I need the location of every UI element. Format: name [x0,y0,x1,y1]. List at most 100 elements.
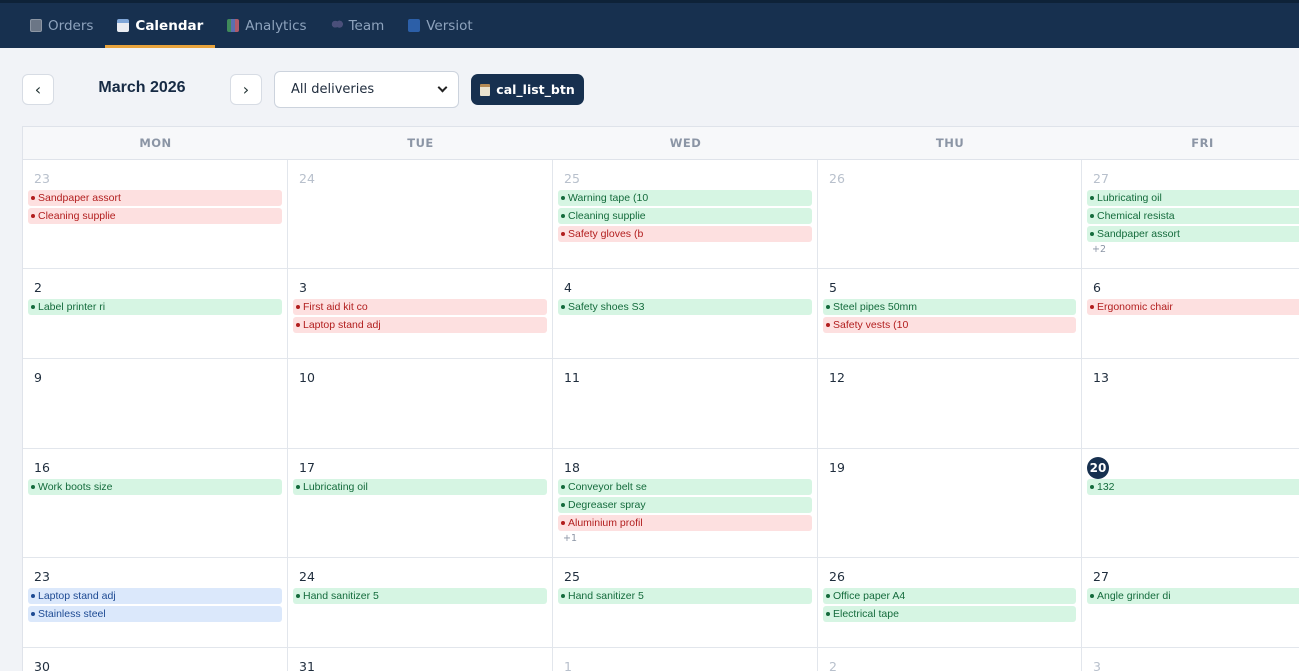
calendar-day-cell[interactable]: 27 Lubricating oil Chemical resista Sandpap… [1082,160,1299,268]
day-number: 23 [28,568,282,588]
delivery-event[interactable]: Angle grinder di [1087,588,1299,604]
delivery-event[interactable]: Label printer ri [28,299,282,315]
day-number-text: 1 [564,659,572,671]
more-events-link[interactable]: +2 [1087,244,1299,255]
day-number-text: 25 [564,171,580,186]
prev-month-button[interactable]: ‹ [22,74,54,105]
tab-label: Versiot [426,17,473,34]
day-number: 24 [293,170,547,190]
calendar-day-cell[interactable]: 11 [553,359,818,448]
calendar-day-cell[interactable]: 9 [23,359,288,448]
day-number: 26 [823,170,1076,190]
delivery-event[interactable]: Cleaning supplie [28,208,282,224]
calendar-day-cell[interactable]: 3 [1082,648,1299,671]
delivery-event[interactable]: Lubricating oil [293,479,547,495]
calendar-day-cell[interactable]: 2 [818,648,1082,671]
day-number-text: 6 [1093,280,1101,295]
calendar-day-cell[interactable]: 19 [818,449,1082,557]
calendar-day-cell[interactable]: 20 132 [1082,449,1299,557]
delivery-event[interactable]: Stainless steel [28,606,282,622]
day-number: 25 [558,170,812,190]
day-number: 18 [558,459,812,479]
orders-icon [30,19,42,32]
delivery-event[interactable]: Degreaser spray [558,497,812,513]
calendar-day-cell[interactable]: 13 [1082,359,1299,448]
calendar-day-cell[interactable]: 24 [288,160,553,268]
weekday-label: THU [935,136,965,150]
day-number-text: 9 [34,370,42,385]
calendar-day-cell[interactable]: 12 [818,359,1082,448]
delivery-event[interactable]: Office paper A4 [823,588,1076,604]
calendar-week: 30 31 1 2 3 [23,648,1299,671]
calendar-day-cell[interactable]: 2 Label printer ri [23,269,288,358]
delivery-event[interactable]: Conveyor belt se [558,479,812,495]
delivery-event[interactable]: Safety vests (10 [823,317,1076,333]
delivery-event[interactable]: Work boots size [28,479,282,495]
month-title: March 2026 [98,79,186,96]
today-day-number: 20 [1087,457,1299,479]
day-number: 1 [558,658,812,671]
day-number: 16 [28,459,282,479]
calendar-day-cell[interactable]: 30 [23,648,288,671]
day-number: 10 [293,369,547,389]
day-number: 17 [293,459,547,479]
delivery-event[interactable]: Hand sanitizer 5 [558,588,812,604]
day-number: 19 [823,459,1076,479]
calendar-day-cell[interactable]: 25 Warning tape (10 Cleaning supplie Safety… [553,160,818,268]
calendar-day-cell[interactable]: 17 Lubricating oil [288,449,553,557]
calendar-day-cell[interactable]: 23 Laptop stand adj Stainless steel [23,558,288,647]
calendar-day-cell[interactable]: 5 Steel pipes 50mm Safety vests (10 [818,269,1082,358]
day-number-text: 3 [1093,659,1101,671]
tab-analytics[interactable]: Analytics [215,3,318,48]
calendar-day-cell[interactable]: 18 Conveyor belt se Degreaser spray Alumini… [553,449,818,557]
day-number-text: 23 [34,171,50,186]
delivery-event[interactable]: Chemical resista [1087,208,1299,224]
calendar-day-cell[interactable]: 31 [288,648,553,671]
more-events-link[interactable]: +1 [558,533,812,544]
calendar-day-cell[interactable]: 26 Office paper A4 Electrical tape [818,558,1082,647]
delivery-event[interactable]: Ergonomic chair [1087,299,1299,315]
calendar-day-cell[interactable]: 26 [818,160,1082,268]
delivery-event[interactable]: Sandpaper assort [28,190,282,206]
delivery-event[interactable]: Sandpaper assort [1087,226,1299,242]
calendar-day-cell[interactable]: 27 Angle grinder di [1082,558,1299,647]
next-month-button[interactable]: › [230,74,262,105]
tab-versiot[interactable]: Versiot [396,3,484,48]
weekday-header: MON TUE WED THU FRI [23,127,1299,160]
delivery-event[interactable]: Warning tape (10 [558,190,812,206]
delivery-event[interactable]: Laptop stand adj [28,588,282,604]
day-number-text: 13 [1093,370,1109,385]
calendar-day-cell[interactable]: 4 Safety shoes S3 [553,269,818,358]
tab-orders[interactable]: Orders [18,3,105,48]
delivery-event[interactable]: First aid kit co [293,299,547,315]
delivery-event[interactable]: Safety gloves (b [558,226,812,242]
calendar-day-cell[interactable]: 24 Hand sanitizer 5 [288,558,553,647]
day-number: 2 [28,279,282,299]
delivery-event[interactable]: Hand sanitizer 5 [293,588,547,604]
select-value: All deliveries [291,82,375,97]
calendar-day-cell[interactable]: 10 [288,359,553,448]
list-view-button[interactable]: cal_list_btn [471,74,584,105]
tab-label: Calendar [135,17,204,34]
weekday-label: MON [139,136,172,150]
delivery-event[interactable]: Aluminium profil [558,515,812,531]
delivery-event[interactable]: Steel pipes 50mm [823,299,1076,315]
day-number: 31 [293,658,547,671]
calendar-day-cell[interactable]: 1 [553,648,818,671]
delivery-event[interactable]: 132 [1087,479,1299,495]
delivery-event[interactable]: Laptop stand adj [293,317,547,333]
tab-team[interactable]: Team [319,3,397,48]
calendar-day-cell[interactable]: 16 Work boots size [23,449,288,557]
delivery-filter-select[interactable]: All deliveries [274,71,459,108]
calendar-day-cell[interactable]: 6 Ergonomic chair [1082,269,1299,358]
delivery-event[interactable]: Safety shoes S3 [558,299,812,315]
delivery-event[interactable]: Electrical tape [823,606,1076,622]
calendar-day-cell[interactable]: 23 Sandpaper assort Cleaning supplie [23,160,288,268]
calendar-day-cell[interactable]: 25 Hand sanitizer 5 [553,558,818,647]
delivery-event[interactable]: Lubricating oil [1087,190,1299,206]
delivery-event[interactable]: Cleaning supplie [558,208,812,224]
weekday-label: WED [669,136,702,150]
calendar-week: 23 Laptop stand adj Stainless steel 24 Hand … [23,558,1299,648]
calendar-day-cell[interactable]: 3 First aid kit co Laptop stand adj [288,269,553,358]
tab-calendar[interactable]: Calendar [105,3,216,48]
